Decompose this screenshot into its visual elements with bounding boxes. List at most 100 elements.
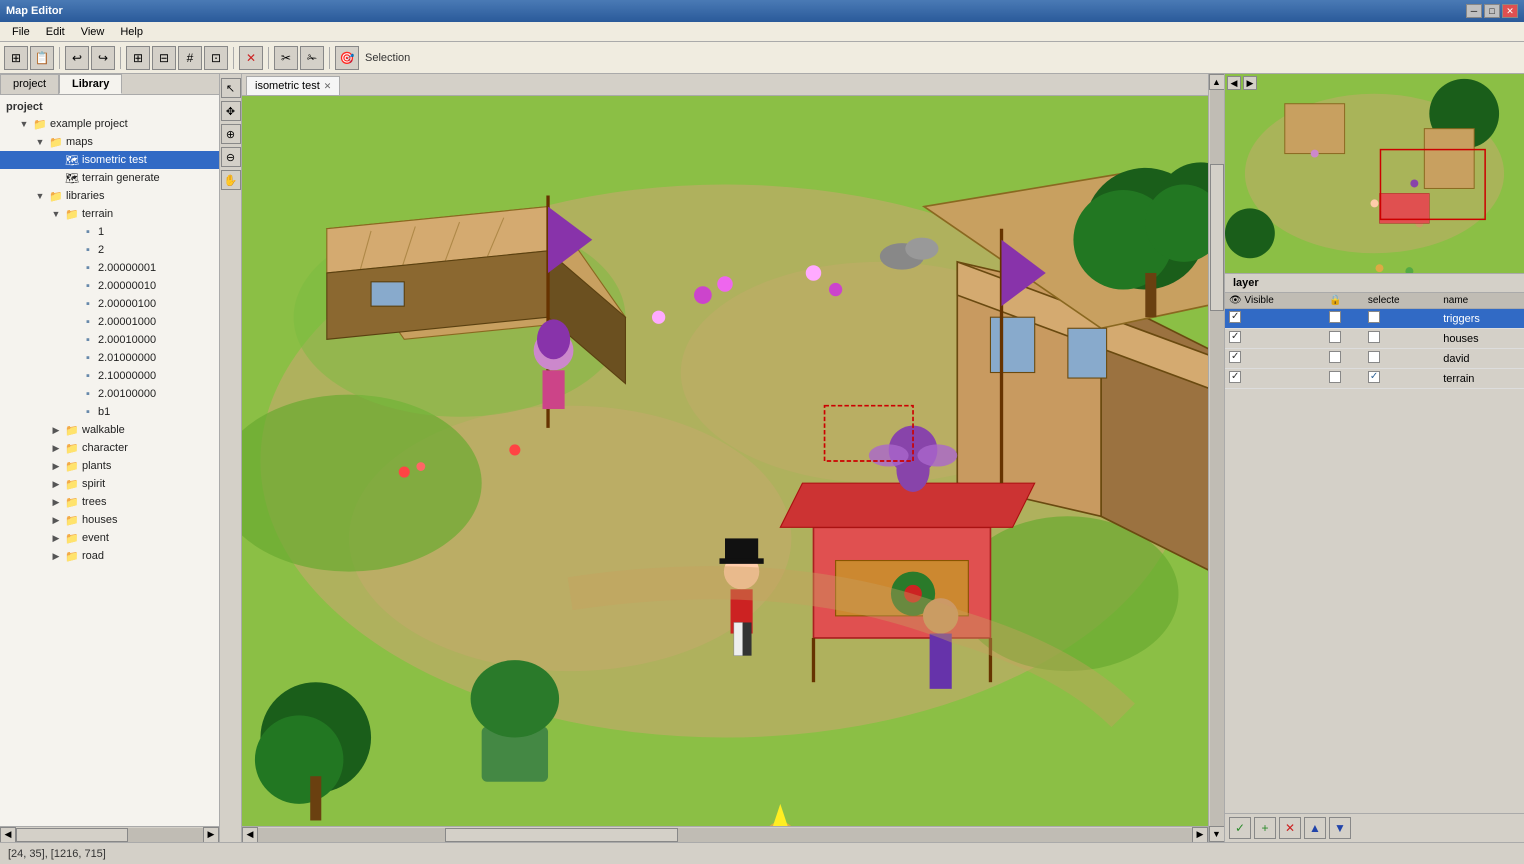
hscroll-track[interactable] <box>258 828 1192 842</box>
mini-map[interactable]: ◀ ▶ <box>1225 74 1524 274</box>
toolbar-export-button[interactable]: ⊡ <box>204 46 228 70</box>
toolbar-paste-button[interactable]: ✁ <box>300 46 324 70</box>
scroll-right-button[interactable]: ▶ <box>203 827 219 843</box>
tree-item-libraries[interactable]: ▼ 📁 libraries <box>0 187 219 205</box>
maximize-button[interactable]: □ <box>1484 4 1500 18</box>
visible-checkbox[interactable] <box>1229 331 1241 343</box>
toolbar-open-button[interactable]: 📋 <box>30 46 54 70</box>
minimize-button[interactable]: ─ <box>1466 4 1482 18</box>
tree-item-t2[interactable]: ▪ 2 <box>0 241 219 259</box>
vscroll-down-button[interactable]: ▼ <box>1209 826 1225 842</box>
menu-view[interactable]: View <box>73 24 113 40</box>
expand-icon[interactable]: ▼ <box>32 188 48 204</box>
visible-checkbox[interactable] <box>1229 371 1241 383</box>
vscroll-thumb[interactable] <box>1210 164 1224 311</box>
layer-row-david[interactable]: david <box>1225 349 1524 369</box>
tree-item-plants[interactable]: ▶ 📁 plants <box>0 457 219 475</box>
expand-icon[interactable]: ▶ <box>48 422 64 438</box>
tree-item-houses[interactable]: ▶ 📁 houses <box>0 511 219 529</box>
visible-checkbox[interactable] <box>1229 311 1241 323</box>
scroll-track[interactable] <box>16 828 203 842</box>
scroll-thumb[interactable] <box>16 828 128 842</box>
layer-delete-button[interactable]: ✕ <box>1279 817 1301 839</box>
tree-item-t7[interactable]: ▪ 2.00010000 <box>0 331 219 349</box>
map-vscroll[interactable]: ▲ ▼ <box>1208 74 1224 842</box>
menu-help[interactable]: Help <box>112 24 151 40</box>
project-tree[interactable]: project ▼ 📁 example project ▼ 📁 maps 🗺 i… <box>0 95 219 826</box>
expand-icon[interactable]: ▼ <box>16 116 32 132</box>
tree-item-terrain-generate[interactable]: 🗺 terrain generate <box>0 169 219 187</box>
tab-library[interactable]: Library <box>59 74 122 94</box>
layer-select-cell[interactable] <box>1364 329 1439 349</box>
layer-row-terrain[interactable]: terrain <box>1225 369 1524 389</box>
tree-item-terrain[interactable]: ▼ 📁 terrain <box>0 205 219 223</box>
expand-icon[interactable] <box>48 170 64 186</box>
tree-item-walkable[interactable]: ▶ 📁 walkable <box>0 421 219 439</box>
layer-check-button[interactable]: ✓ <box>1229 817 1251 839</box>
layer-add-button[interactable]: + <box>1254 817 1276 839</box>
mini-expand-button[interactable]: ▶ <box>1243 76 1257 90</box>
lock-checkbox[interactable] <box>1329 311 1341 323</box>
tree-item-t9[interactable]: ▪ 2.10000000 <box>0 367 219 385</box>
expand-icon[interactable]: ▼ <box>48 206 64 222</box>
tree-item-t1[interactable]: ▪ 1 <box>0 223 219 241</box>
menu-edit[interactable]: Edit <box>38 24 73 40</box>
expand-icon[interactable]: ▶ <box>48 440 64 456</box>
toolbar-delete-button[interactable]: ✕ <box>239 46 263 70</box>
visible-checkbox[interactable] <box>1229 351 1241 363</box>
expand-icon[interactable]: ▶ <box>48 512 64 528</box>
layer-visible-cell[interactable] <box>1225 369 1325 389</box>
toolbar-grid1-button[interactable]: ⊞ <box>126 46 150 70</box>
lock-checkbox[interactable] <box>1329 331 1341 343</box>
vscroll-up-button[interactable]: ▲ <box>1209 74 1225 90</box>
tree-item-b1[interactable]: ▪ b1 <box>0 403 219 421</box>
layer-row-triggers[interactable]: triggers <box>1225 309 1524 329</box>
layer-select-cell[interactable] <box>1364 369 1439 389</box>
select-checkbox[interactable] <box>1368 311 1380 323</box>
tree-item-t5[interactable]: ▪ 2.00000100 <box>0 295 219 313</box>
layer-lock-cell[interactable] <box>1325 369 1364 389</box>
toolbar-hash-button[interactable]: # <box>178 46 202 70</box>
hscroll-left-button[interactable]: ◀ <box>242 827 258 843</box>
tree-item-isometric-test[interactable]: 🗺 isometric test <box>0 151 219 169</box>
tree-item-t6[interactable]: ▪ 2.00001000 <box>0 313 219 331</box>
layer-visible-cell[interactable] <box>1225 329 1325 349</box>
hscroll-thumb[interactable] <box>445 828 679 842</box>
close-button[interactable]: ✕ <box>1502 4 1518 18</box>
tool-hand-button[interactable]: ✋ <box>221 170 241 190</box>
lock-checkbox[interactable] <box>1329 371 1341 383</box>
tab-isometric-test[interactable]: isometric test ✕ <box>246 76 340 95</box>
expand-icon[interactable]: ▶ <box>48 548 64 564</box>
tool-arrow-button[interactable]: ↖ <box>221 78 241 98</box>
tree-item-spirit[interactable]: ▶ 📁 spirit <box>0 475 219 493</box>
tree-item-t8[interactable]: ▪ 2.01000000 <box>0 349 219 367</box>
tree-item-t4[interactable]: ▪ 2.00000010 <box>0 277 219 295</box>
expand-icon[interactable]: ▶ <box>48 458 64 474</box>
tool-move-button[interactable]: ✥ <box>221 101 241 121</box>
map-hscroll[interactable]: ◀ ▶ <box>242 826 1208 842</box>
toolbar-redo-button[interactable]: ↪ <box>91 46 115 70</box>
toolbar-undo-button[interactable]: ↩ <box>65 46 89 70</box>
tool-zoom-out-button[interactable]: ⊖ <box>221 147 241 167</box>
layer-visible-cell[interactable] <box>1225 309 1325 329</box>
tool-zoom-in-button[interactable]: ⊕ <box>221 124 241 144</box>
scroll-left-button[interactable]: ◀ <box>0 827 16 843</box>
lock-checkbox[interactable] <box>1329 351 1341 363</box>
tree-item-maps[interactable]: ▼ 📁 maps <box>0 133 219 151</box>
expand-icon[interactable] <box>48 152 64 168</box>
layer-table[interactable]: 👁 Visible 🔒 selecte name <box>1225 293 1524 813</box>
vscroll-track[interactable] <box>1210 90 1224 826</box>
tree-item-t3[interactable]: ▪ 2.00000001 <box>0 259 219 277</box>
expand-icon[interactable]: ▶ <box>48 494 64 510</box>
tree-item-trees[interactable]: ▶ 📁 trees <box>0 493 219 511</box>
expand-icon[interactable]: ▼ <box>32 134 48 150</box>
select-checkbox[interactable] <box>1368 351 1380 363</box>
toolbar-grid2-button[interactable]: ⊟ <box>152 46 176 70</box>
layer-select-cell[interactable] <box>1364 309 1439 329</box>
tree-item-example-project[interactable]: ▼ 📁 example project <box>0 115 219 133</box>
tab-close-icon[interactable]: ✕ <box>324 81 332 92</box>
tree-item-event[interactable]: ▶ 📁 event <box>0 529 219 547</box>
toolbar-new-button[interactable]: ⊞ <box>4 46 28 70</box>
layer-up-button[interactable]: ▲ <box>1304 817 1326 839</box>
layer-lock-cell[interactable] <box>1325 329 1364 349</box>
